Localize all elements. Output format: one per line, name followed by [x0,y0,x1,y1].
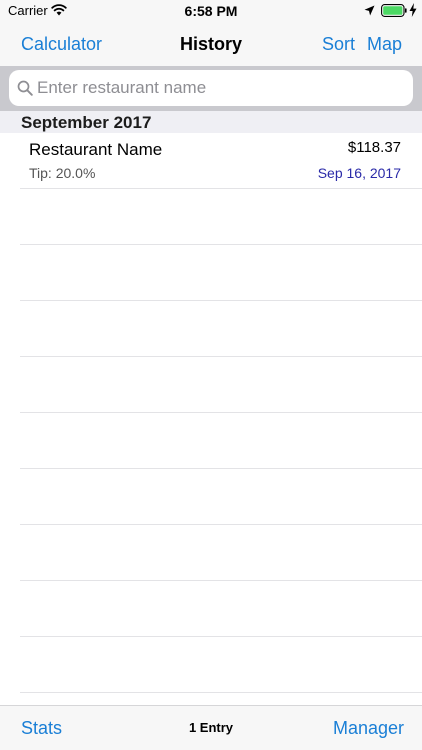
row-separator [20,412,422,413]
history-entry-row[interactable]: Restaurant Name $118.37 Tip: 20.0% Sep 1… [0,133,422,189]
row-separator [20,636,422,637]
bill-amount: $118.37 [347,139,401,156]
search-input[interactable] [37,70,407,106]
status-time: 6:58 PM [184,3,238,19]
status-bar: Carrier 6:58 PM [0,0,422,22]
row-separator [20,244,422,245]
search-icon [17,80,33,96]
row-separator [20,524,422,525]
row-separator [20,580,422,581]
entry-date: Sep 16, 2017 [317,165,401,181]
section-title: September 2017 [21,113,152,132]
sort-button[interactable]: Sort [322,33,355,55]
manager-button[interactable]: Manager [333,717,404,739]
row-separator [20,356,422,357]
row-separator [20,468,422,469]
search-bar [0,66,422,111]
section-header: September 2017 [0,111,422,133]
charging-bolt-icon [409,3,417,17]
page-title: History [179,34,242,54]
row-separator [20,692,422,693]
restaurant-name: Restaurant Name [29,140,163,159]
history-screen: Carrier 6:58 PM Calculator History Sort … [0,0,422,750]
tip-percentage: Tip: 20.0% [29,165,96,181]
row-separator [20,188,422,189]
row-separator [20,300,422,301]
map-button[interactable]: Map [367,33,402,55]
search-field[interactable] [9,70,413,106]
navigation-bar: Calculator History Sort Map [0,22,422,66]
bottom-toolbar: Stats 1 Entry Manager [0,705,422,750]
location-arrow-icon [364,5,375,16]
battery-icon [381,4,407,17]
